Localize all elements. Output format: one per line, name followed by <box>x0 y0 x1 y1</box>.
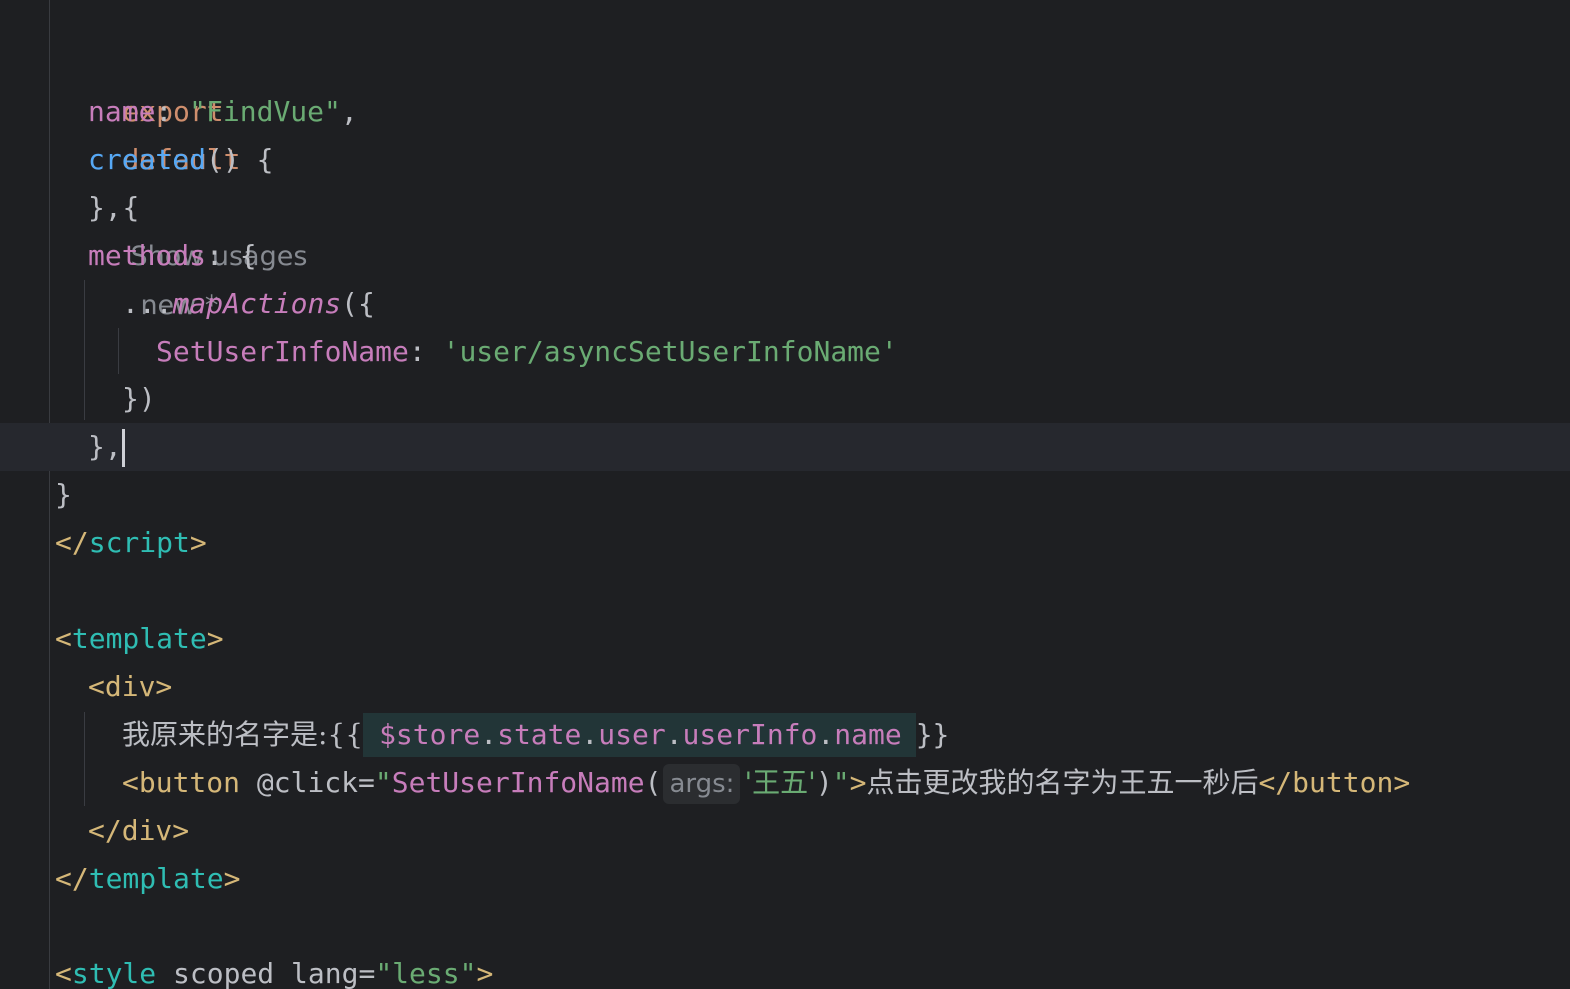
close-paren: ) <box>815 766 833 799</box>
code-line-2[interactable]: name: "FindVue", <box>88 88 358 136</box>
code-line-14[interactable]: <div> <box>88 663 172 711</box>
code-line-18[interactable]: </template> <box>55 855 240 903</box>
tag-div-close: </div> <box>88 814 190 847</box>
handler-setuserinfoname: SetUserInfoName <box>391 766 645 799</box>
expr-userinfo: userInfo <box>682 718 818 751</box>
code-line-20[interactable]: <style scoped lang="less"> <box>55 950 493 989</box>
function-mapactions: mapActions <box>172 287 342 320</box>
tag-template: template <box>88 862 224 895</box>
argument-string: '王五' <box>744 766 816 799</box>
expr-dot: . <box>581 718 599 751</box>
template-text: 我原来的名字是:{{ <box>122 718 364 751</box>
attr-value-less: "less" <box>375 957 477 989</box>
indent-guide <box>84 712 85 806</box>
expr-dot: . <box>480 718 498 751</box>
code-line-16[interactable]: <button @click="SetUserInfoName(args: '王五… <box>122 759 1410 807</box>
tag-div-open: <div> <box>88 670 173 703</box>
expr-state: state <box>497 718 582 751</box>
interpolation-end: }} <box>915 718 950 751</box>
close-brace: }, <box>88 191 122 224</box>
colon: : <box>155 95 190 128</box>
tag-bracket: > <box>206 622 224 655</box>
tag-bracket: </ <box>55 526 89 559</box>
method-signature: () { <box>206 143 274 176</box>
comma: , <box>340 95 358 128</box>
spread-operator: ... <box>122 287 173 320</box>
code-line-1[interactable]: export default { Show usages new * <box>55 40 307 321</box>
quote: " <box>374 766 392 799</box>
property-name: name <box>88 95 156 128</box>
code-line-9[interactable]: }, <box>88 423 125 471</box>
expr-dot: . <box>817 718 835 751</box>
quote: " <box>832 766 850 799</box>
tag-bracket: > <box>476 957 494 989</box>
args-inlay-hint: args: <box>663 764 741 804</box>
tag-button-close: </button> <box>1258 766 1411 799</box>
button-text: 点击更改我的名字为王五一秒后 <box>866 766 1259 799</box>
code-line-6[interactable]: ...mapActions({ <box>122 280 375 328</box>
expr-store: $store <box>379 718 481 751</box>
method-created: created <box>88 143 207 176</box>
gutter-divider <box>49 0 50 989</box>
code-line-11[interactable]: </script> <box>55 519 207 567</box>
tag-button-open: <button <box>122 766 241 799</box>
close-call: }) <box>122 382 156 415</box>
code-line-7[interactable]: SetUserInfoName: 'user/asyncSetUserInfoN… <box>156 328 898 376</box>
tag-bracket: < <box>55 957 72 989</box>
tag-bracket: > <box>189 526 207 559</box>
property-methods: methods <box>88 239 207 272</box>
expr-name: name <box>834 718 902 751</box>
open-brace: { <box>122 191 140 224</box>
current-line-highlight <box>0 423 1570 471</box>
expr-dot: . <box>665 718 683 751</box>
text-caret <box>121 429 125 467</box>
code-line-8[interactable]: }) <box>122 375 156 423</box>
tag-bracket: < <box>55 622 72 655</box>
code-line-5[interactable]: methods: { <box>88 232 257 280</box>
code-editor[interactable]: export default { Show usages new * name:… <box>0 0 1570 989</box>
tag-style: style <box>71 957 157 989</box>
indent-guide <box>118 328 119 374</box>
open-paren: ( <box>644 766 662 799</box>
string-action-path: 'user/asyncSetUserInfoName' <box>442 335 898 368</box>
open-object: : { <box>206 239 257 272</box>
code-line-13[interactable]: <template> <box>55 615 224 663</box>
code-line-3[interactable]: created() { <box>88 136 273 184</box>
close-brace: } <box>55 478 72 511</box>
tag-bracket: > <box>849 766 867 799</box>
colon: : <box>408 335 443 368</box>
tag-bracket: > <box>223 862 241 895</box>
tag-script: script <box>88 526 190 559</box>
open-call: ({ <box>341 287 375 320</box>
code-line-17[interactable]: </div> <box>88 807 189 855</box>
code-line-4[interactable]: }, <box>88 184 122 232</box>
tag-template: template <box>71 622 207 655</box>
string-value: "FindVue" <box>189 95 341 128</box>
expr-user: user <box>598 718 666 751</box>
attr-click: @click= <box>240 766 375 799</box>
interpolation-expression[interactable]: $store.state.user.userInfo.name <box>363 713 916 757</box>
close-brace: }, <box>88 430 122 463</box>
code-line-15[interactable]: 我原来的名字是:{{$store.state.user.userInfo.nam… <box>122 711 949 759</box>
tag-bracket: </ <box>55 862 89 895</box>
code-line-10[interactable]: } <box>55 471 72 519</box>
attr-scoped-lang: scoped lang= <box>156 957 376 989</box>
property-setuserinfoname: SetUserInfoName <box>156 335 409 368</box>
